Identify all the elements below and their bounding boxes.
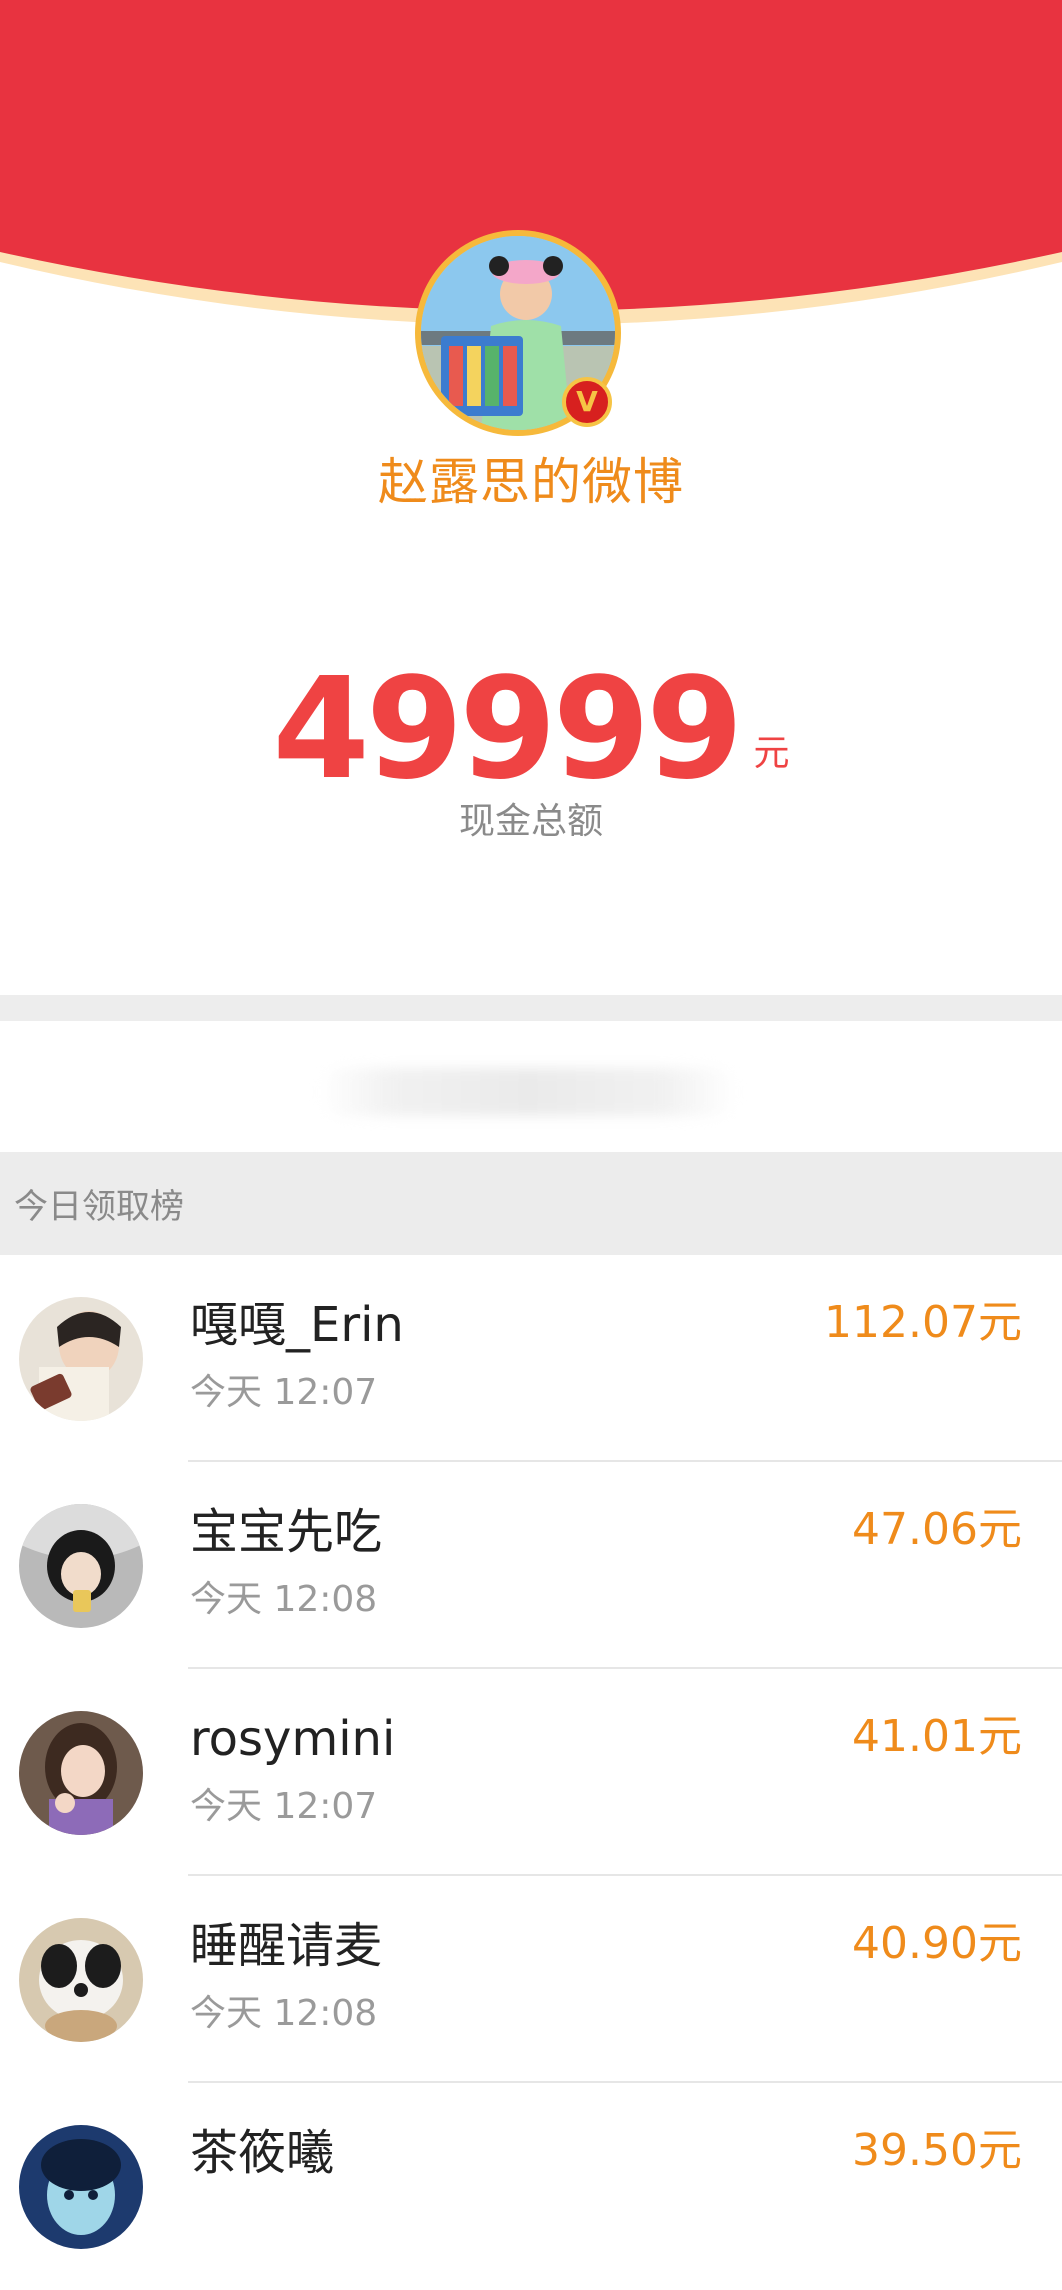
list-item[interactable]: 睡醒请麦 今天 12:08 40.90元 xyxy=(0,1876,1062,2083)
leaderboard-title: 今日领取榜 xyxy=(14,1187,184,1227)
blurred-text-region xyxy=(318,1068,738,1116)
list-item[interactable]: rosymini 今天 12:07 41.01元 xyxy=(0,1669,1062,1876)
user-name: rosymini xyxy=(190,1711,396,1767)
claim-amount: 112.07元 xyxy=(824,1297,1022,1348)
leaderboard-list: 嘎嘎_Erin 今天 12:07 112.07元 宝宝先吃 今天 12:08 4… xyxy=(0,1255,1062,2290)
claim-time: 今天 12:07 xyxy=(190,1372,378,1413)
verified-badge-icon: V xyxy=(562,377,612,427)
user-name: 睡醒请麦 xyxy=(190,1918,383,1974)
user-name: 宝宝先吃 xyxy=(190,1504,383,1560)
account-name[interactable]: 赵露思的微博 xyxy=(0,442,1062,514)
account-avatar[interactable]: V xyxy=(415,230,621,436)
total-amount-row: 49999 元 xyxy=(0,660,1062,800)
user-avatar[interactable] xyxy=(19,1297,143,1421)
claim-time: 今天 12:08 xyxy=(190,1993,378,2034)
total-amount-value: 49999 xyxy=(272,648,743,811)
list-item[interactable]: 宝宝先吃 今天 12:08 47.06元 xyxy=(0,1462,1062,1669)
claim-amount: 47.06元 xyxy=(852,1504,1022,1555)
claim-amount: 40.90元 xyxy=(852,1918,1022,1969)
total-amount-label: 现金总额 xyxy=(458,801,603,842)
user-avatar[interactable] xyxy=(19,1918,143,2042)
total-amount-unit: 元 xyxy=(753,733,790,774)
claim-amount: 39.50元 xyxy=(852,2125,1022,2176)
list-item[interactable]: 茶筱曦 39.50元 xyxy=(0,2083,1062,2290)
user-name: 茶筱曦 xyxy=(190,2125,335,2181)
user-name: 嘎嘎_Erin xyxy=(190,1297,404,1353)
list-item[interactable]: 嘎嘎_Erin 今天 12:07 112.07元 xyxy=(0,1255,1062,1462)
user-avatar[interactable] xyxy=(19,2125,143,2249)
leaderboard-header: 今日领取榜 xyxy=(0,1152,1062,1255)
user-avatar[interactable] xyxy=(19,1711,143,1835)
claim-time: 今天 12:08 xyxy=(190,1579,378,1620)
section-divider xyxy=(0,995,1062,1021)
user-avatar[interactable] xyxy=(19,1504,143,1628)
claim-time: 今天 12:07 xyxy=(190,1786,378,1827)
claim-amount: 41.01元 xyxy=(852,1711,1022,1762)
